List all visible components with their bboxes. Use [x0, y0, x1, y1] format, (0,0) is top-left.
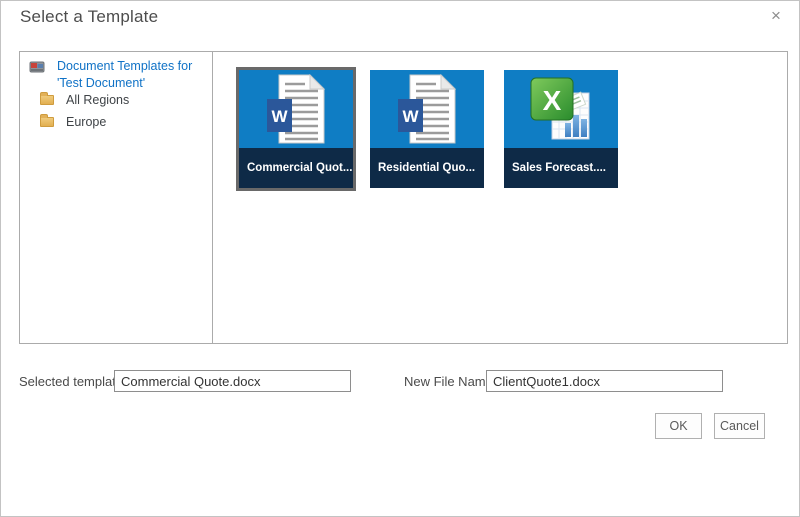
template-tile-sales-forecast[interactable]: X Sales Forecast....	[504, 70, 618, 188]
selected-template-input[interactable]	[114, 370, 351, 392]
tree-item-europe[interactable]: Europe	[40, 113, 106, 130]
template-tile-residential-quote[interactable]: W Residential Quo...	[370, 70, 484, 188]
folder-icon	[40, 95, 54, 105]
word-document-icon: W	[370, 70, 484, 148]
ok-button[interactable]: OK	[655, 413, 702, 439]
tree-folder-label: Europe	[66, 115, 106, 129]
cancel-button[interactable]: Cancel	[714, 413, 765, 439]
template-tile-commercial-quote[interactable]: W Commercial Quot...	[236, 67, 356, 191]
excel-document-icon: X	[504, 70, 618, 148]
tree-item-all-regions[interactable]: All Regions	[40, 91, 129, 108]
new-file-name-input[interactable]	[486, 370, 723, 392]
selected-template-label: Selected template:	[19, 371, 127, 392]
svg-text:W: W	[402, 107, 419, 126]
svg-text:X: X	[543, 85, 562, 116]
tree-root-label[interactable]: Document Templates for 'Test Document'	[57, 58, 205, 92]
svg-text:W: W	[271, 107, 288, 126]
template-browser: Document Templates for 'Test Document' A…	[19, 51, 788, 344]
library-icon	[29, 60, 45, 73]
template-tile-caption: Commercial Quot...	[239, 148, 353, 188]
folder-icon	[40, 117, 54, 127]
template-tile-caption: Sales Forecast....	[504, 148, 618, 188]
template-tree-panel: Document Templates for 'Test Document' A…	[20, 52, 213, 343]
new-file-name-label: New File Name:	[404, 371, 496, 392]
template-tile-caption: Residential Quo...	[370, 148, 484, 188]
template-gallery: W Commercial Quot...	[213, 52, 787, 343]
tree-folder-label: All Regions	[66, 93, 129, 107]
word-document-icon: W	[239, 70, 353, 148]
close-icon[interactable]: ×	[765, 5, 787, 27]
select-template-dialog: Select a Template × Document Templates f…	[0, 0, 800, 517]
dialog-title: Select a Template	[20, 7, 158, 27]
